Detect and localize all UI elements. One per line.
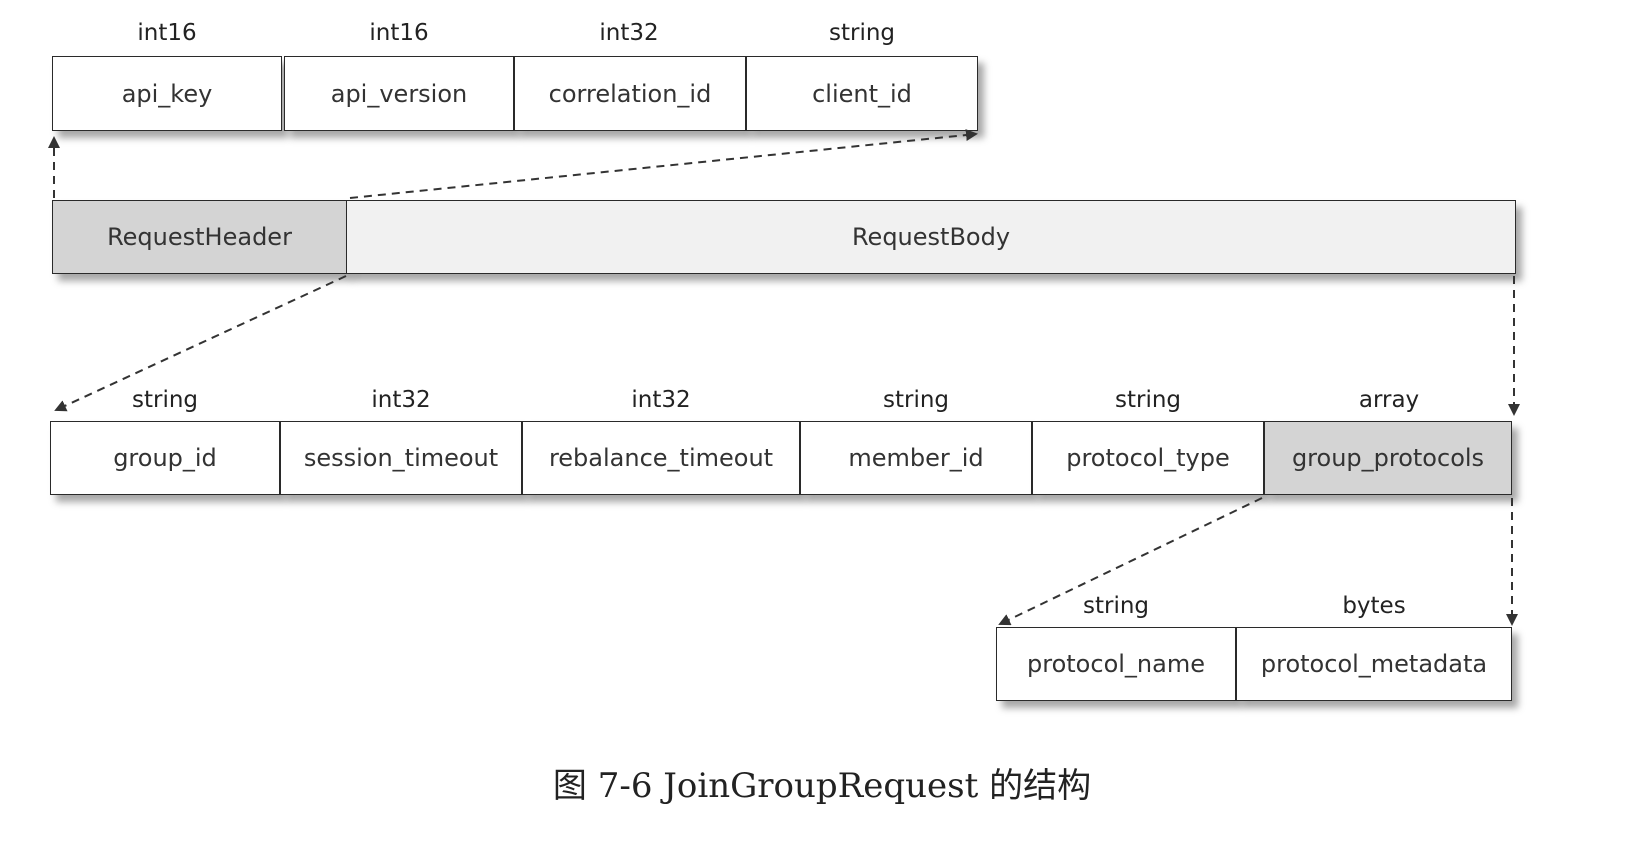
protocols-left-arrow [998,497,1263,626]
joingrouprequest-diagram: int16 int16 int32 string api_key api_ver… [0,0,1644,856]
connector-arrows [48,129,1520,626]
body-left-arrow [54,275,347,412]
header-right-arrow [349,129,978,199]
figure-caption: 图 7-6 JoinGroupRequest 的结构 [552,766,1092,806]
